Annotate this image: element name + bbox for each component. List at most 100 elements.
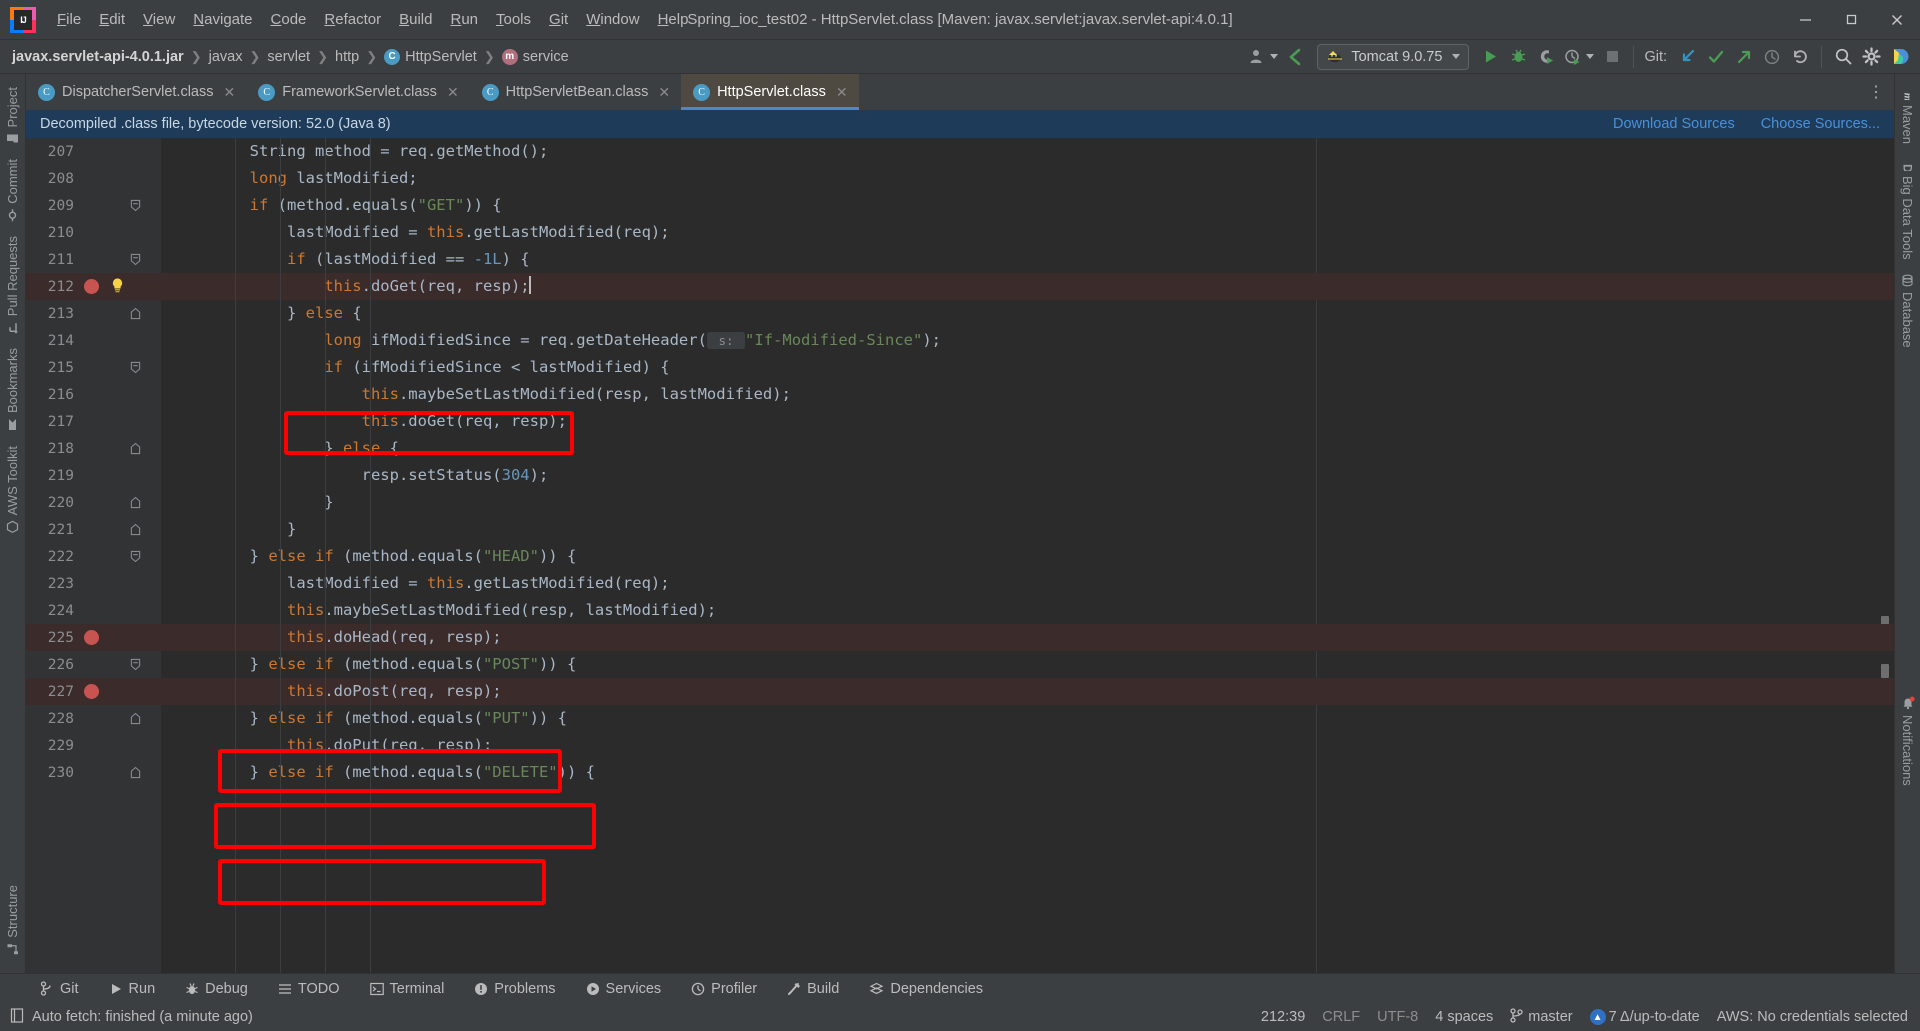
breadcrumb-servlet[interactable]: servlet [267,49,310,65]
code-line-220[interactable]: } [161,489,1894,516]
tool-window-maven[interactable]: m Maven [1897,80,1918,151]
gutter-line-219[interactable]: 219 [26,462,161,489]
debug-icon[interactable] [1505,44,1531,70]
bottom-tool-dependencies[interactable]: Dependencies [865,979,987,999]
gutter-line-230[interactable]: 230 [26,759,161,786]
breakpoint-icon[interactable] [84,684,99,699]
breadcrumb-httpservlet[interactable]: C HttpServlet [384,48,477,65]
bottom-tool-profiler[interactable]: Profiler [687,979,761,999]
gutter-line-227[interactable]: 227 [26,678,161,705]
code-line-225[interactable]: this.doHead(req, resp); [161,624,1894,651]
code-line-228[interactable]: } else if (method.equals("PUT")) { [161,705,1894,732]
tool-window-big-data-tools[interactable]: D Big Data Tools [1897,151,1918,267]
breakpoint-icon[interactable] [84,279,99,294]
close-button[interactable] [1874,0,1920,40]
menu-code[interactable]: Code [262,0,316,40]
gutter-line-223[interactable]: 223 [26,570,161,597]
close-tab-icon[interactable]: ✕ [658,84,670,101]
editor-tab-dispatcherservlet-class[interactable]: C DispatcherServlet.class ✕ [26,74,246,110]
code-fold-icon[interactable] [130,658,141,671]
tool-window-project[interactable]: Project [2,80,23,152]
bottom-tool-debug[interactable]: Debug [181,979,252,999]
gutter-line-222[interactable]: 222 [26,543,161,570]
gutter-line-208[interactable]: 208 [26,165,161,192]
tab-options-icon[interactable]: ⋮ [1858,74,1894,110]
gutter-line-211[interactable]: 211 [26,246,161,273]
bottom-tool-problems[interactable]: Problems [470,979,559,999]
gutter-line-215[interactable]: 215 [26,354,161,381]
choose-sources-link[interactable]: Choose Sources... [1761,116,1880,132]
breadcrumb-javax-servlet-api-4-0-1-jar[interactable]: javax.servlet-api-4.0.1.jar [12,49,184,65]
code-line-214[interactable]: long ifModifiedSince = req.getDateHeader… [161,327,1894,354]
menu-edit[interactable]: Edit [90,0,134,40]
tool-window-pull-requests[interactable]: Pull Requests [2,229,23,341]
code-editor[interactable]: 207 208 209 210 211 212 213 214 215 216 217 218 219 2… [26,138,1894,973]
aws-credentials-widget[interactable]: AWS: No credentials selected [1717,1009,1908,1025]
gutter-line-226[interactable]: 226 [26,651,161,678]
close-tab-icon[interactable]: ✕ [224,84,236,101]
history-icon[interactable] [1759,44,1785,70]
breadcrumb-javax[interactable]: javax [209,49,243,65]
code-line-222[interactable]: } else if (method.equals("HEAD")) { [161,543,1894,570]
search-everywhere-icon[interactable] [1830,44,1856,70]
code-line-207[interactable]: String method = req.getMethod(); [161,138,1894,165]
gutter-line-221[interactable]: 221 [26,516,161,543]
code-line-226[interactable]: } else if (method.equals("POST")) { [161,651,1894,678]
gutter-line-207[interactable]: 207 [26,138,161,165]
intention-bulb-icon[interactable] [109,277,126,297]
code-fold-icon[interactable] [130,550,141,563]
indent-setting[interactable]: 4 spaces [1435,1009,1493,1025]
stop-icon[interactable] [1599,44,1625,70]
maximize-button[interactable] [1828,0,1874,40]
gutter-line-228[interactable]: 228 [26,705,161,732]
gutter-line-220[interactable]: 220 [26,489,161,516]
run-icon[interactable] [1477,44,1503,70]
gutter-line-214[interactable]: 214 [26,327,161,354]
code-line-218[interactable]: } else { [161,435,1894,462]
settings-gear-icon[interactable] [1858,44,1884,70]
bottom-tool-run[interactable]: Run [105,979,160,999]
code-fold-icon[interactable] [130,307,141,320]
bottom-tool-services[interactable]: Services [582,979,666,999]
code-line-216[interactable]: this.maybeSetLastModified(resp, lastModi… [161,381,1894,408]
breakpoint-icon[interactable] [84,630,99,645]
editor-tab-frameworkservlet-class[interactable]: C FrameworkServlet.class ✕ [246,74,469,110]
code-fold-icon[interactable] [130,523,141,536]
minimize-button[interactable] [1782,0,1828,40]
code-line-230[interactable]: } else if (method.equals("DELETE")) { [161,759,1894,786]
download-sources-link[interactable]: Download Sources [1613,116,1735,132]
code-line-211[interactable]: if (lastModified == -1L) { [161,246,1894,273]
run-configuration-selector[interactable]: Tomcat 9.0.75 [1317,43,1470,70]
code-line-217[interactable]: this.doGet(req, resp); [161,408,1894,435]
code-line-229[interactable]: this.doPut(req, resp); [161,732,1894,759]
run-coverage-icon[interactable] [1533,44,1559,70]
gutter-line-216[interactable]: 216 [26,381,161,408]
breadcrumb-http[interactable]: http [335,49,359,65]
rollback-icon[interactable] [1787,44,1813,70]
code-fold-icon[interactable] [130,199,141,212]
gutter-line-212[interactable]: 212 [26,273,161,300]
gutter-line-218[interactable]: 218 [26,435,161,462]
bottom-tool-build[interactable]: Build [783,979,843,999]
code-fold-icon[interactable] [130,361,141,374]
gutter-line-217[interactable]: 217 [26,408,161,435]
menu-view[interactable]: View [134,0,184,40]
editor-gutter[interactable]: 207 208 209 210 211 212 213 214 215 216 217 218 219 2… [26,138,161,973]
code-content[interactable]: String method = req.getMethod(); long la… [161,138,1894,973]
close-tab-icon[interactable]: ✕ [836,84,848,101]
bottom-tool-git[interactable]: Git [36,979,83,999]
git-commit-icon[interactable] [1703,44,1729,70]
menu-help[interactable]: Help [649,0,698,40]
user-avatar-icon[interactable] [1245,44,1281,70]
code-line-219[interactable]: resp.setStatus(304); [161,462,1894,489]
menu-window[interactable]: Window [577,0,648,40]
menu-run[interactable]: Run [441,0,487,40]
close-tab-icon[interactable]: ✕ [447,84,459,101]
menu-build[interactable]: Build [390,0,441,40]
editor-tab-httpservletbean-class[interactable]: C HttpServletBean.class ✕ [470,74,681,110]
code-line-209[interactable]: if (method.equals("GET")) { [161,192,1894,219]
code-fold-icon[interactable] [130,766,141,779]
bottom-tool-todo[interactable]: TODO [274,979,344,999]
gutter-line-210[interactable]: 210 [26,219,161,246]
code-line-223[interactable]: lastModified = this.getLastModified(req)… [161,570,1894,597]
